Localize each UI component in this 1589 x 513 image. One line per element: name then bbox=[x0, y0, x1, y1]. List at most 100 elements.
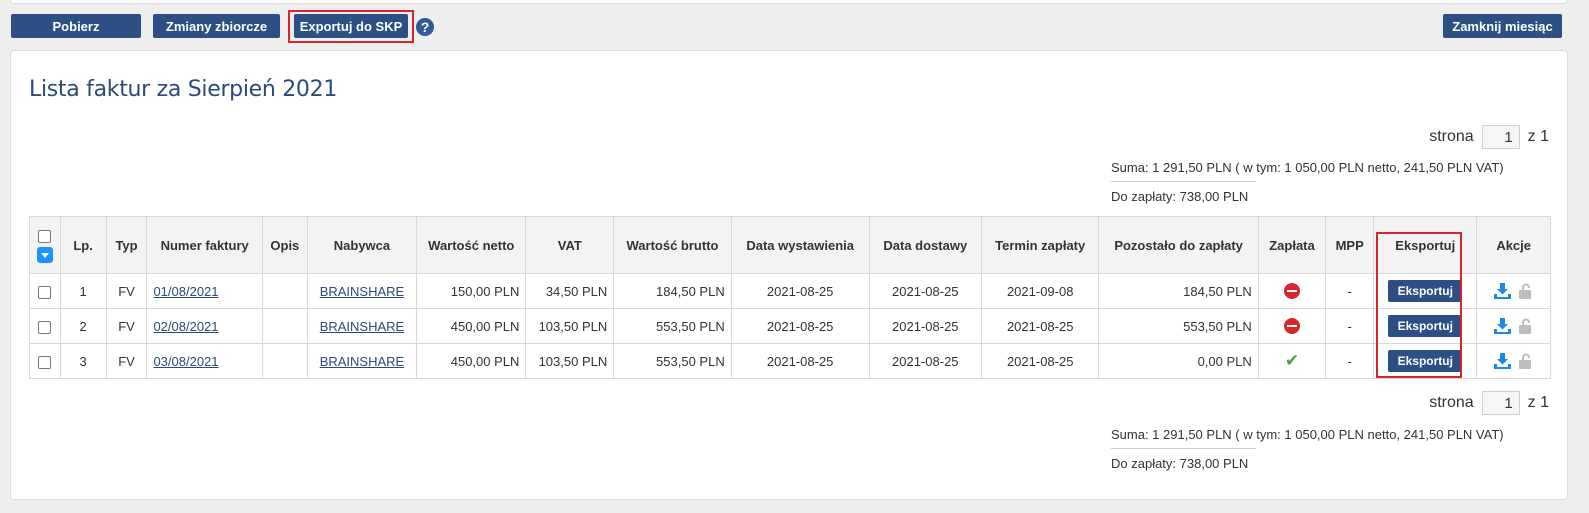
cell-typ: FV bbox=[105, 343, 148, 379]
check-icon: ✔ bbox=[1284, 351, 1300, 370]
cell-typ: FV bbox=[105, 308, 148, 344]
cell-nabywca: BRAINSHARE bbox=[306, 343, 418, 379]
select-all-header bbox=[29, 216, 61, 274]
col-typ: Typ bbox=[105, 216, 148, 274]
unlock-icon[interactable] bbox=[1519, 318, 1533, 335]
page-number-input[interactable] bbox=[1481, 391, 1520, 415]
cell-netto: 450,00 PLN bbox=[416, 343, 527, 379]
unpaid-icon bbox=[1283, 283, 1300, 300]
close-month-button[interactable]: Zamknij miesiąc bbox=[1443, 14, 1562, 38]
row-checkbox[interactable] bbox=[38, 285, 52, 299]
due-line: Do zapłaty: 738,00 PLN bbox=[1111, 456, 1249, 471]
buyer-link[interactable]: BRAINSHARE bbox=[320, 354, 405, 369]
cell-opis bbox=[261, 308, 308, 344]
unlock-icon[interactable] bbox=[1519, 283, 1533, 300]
col-akcje: Akcje bbox=[1476, 216, 1551, 274]
col-data-dostawy: Data dostawy bbox=[868, 216, 982, 274]
divider bbox=[1111, 181, 1256, 182]
unlock-icon[interactable] bbox=[1519, 353, 1533, 370]
invoice-table: Lp. Typ Numer faktury Opis Nabywca Warto… bbox=[29, 216, 1551, 379]
cell-data-dostawy: 2021-08-25 bbox=[868, 343, 982, 379]
download-icon[interactable] bbox=[1494, 353, 1512, 370]
cell-numer: 03/08/2021 bbox=[146, 343, 263, 379]
pager-top: strona z 1 bbox=[1429, 125, 1549, 149]
invoice-list-panel: Lista faktur za Sierpień 2021 strona z 1… bbox=[10, 50, 1568, 500]
cell-mpp: - bbox=[1325, 308, 1375, 344]
help-icon[interactable]: ? bbox=[416, 18, 434, 36]
row-checkbox[interactable] bbox=[38, 320, 52, 334]
cell-akcje bbox=[1476, 343, 1551, 379]
cell-data-wystawienia: 2021-08-25 bbox=[730, 343, 870, 379]
col-opis: Opis bbox=[261, 216, 308, 274]
table-row: 3 FV 03/08/2021 BRAINSHARE 450,00 PLN 103,50 … bbox=[29, 343, 1551, 379]
export-column-highlight bbox=[1376, 232, 1462, 378]
col-lp: Lp. bbox=[59, 216, 107, 274]
cell-data-wystawienia: 2021-08-25 bbox=[730, 308, 870, 344]
cell-mpp: - bbox=[1325, 273, 1375, 309]
cell-brutto: 553,50 PLN bbox=[613, 308, 732, 344]
page-number-input[interactable] bbox=[1481, 125, 1520, 149]
cell-netto: 150,00 PLN bbox=[416, 273, 527, 309]
cell-data-dostawy: 2021-08-25 bbox=[868, 308, 982, 344]
unpaid-icon bbox=[1283, 318, 1300, 335]
table-row: 1 FV 01/08/2021 BRAINSHARE 150,00 PLN 34,50 P… bbox=[29, 273, 1551, 309]
cell-termin: 2021-08-25 bbox=[980, 343, 1100, 379]
cell-lp: 3 bbox=[59, 343, 107, 379]
cell-mpp: - bbox=[1325, 343, 1375, 379]
invoice-number-link[interactable]: 03/08/2021 bbox=[153, 354, 218, 369]
cell-lp: 2 bbox=[59, 308, 107, 344]
pager-label: strona bbox=[1429, 128, 1474, 145]
col-termin: Termin zapłaty bbox=[980, 216, 1100, 274]
cell-typ: FV bbox=[105, 273, 148, 309]
due-line: Do zapłaty: 738,00 PLN bbox=[1111, 189, 1249, 204]
divider bbox=[1111, 448, 1256, 449]
pager-total: z 1 bbox=[1527, 128, 1549, 145]
col-zaplata: Zapłata bbox=[1257, 216, 1327, 274]
cell-akcje bbox=[1476, 273, 1551, 309]
download-icon[interactable] bbox=[1494, 283, 1512, 300]
cell-numer: 02/08/2021 bbox=[146, 308, 263, 344]
cell-nabywca: BRAINSHARE bbox=[306, 308, 418, 344]
cell-pozostalo: 553,50 PLN bbox=[1098, 308, 1259, 344]
col-data-wystawienia: Data wystawienia bbox=[730, 216, 870, 274]
cell-zaplata bbox=[1257, 273, 1327, 309]
buyer-link[interactable]: BRAINSHARE bbox=[320, 319, 405, 334]
pager-label: strona bbox=[1429, 394, 1474, 411]
top-panel-edge bbox=[10, 0, 1568, 4]
download-icon[interactable] bbox=[1494, 318, 1512, 335]
cell-akcje bbox=[1476, 308, 1551, 344]
col-numer: Numer faktury bbox=[146, 216, 263, 274]
chevron-down-icon[interactable] bbox=[36, 246, 53, 263]
invoice-number-link[interactable]: 01/08/2021 bbox=[153, 284, 218, 299]
cell-numer: 01/08/2021 bbox=[146, 273, 263, 309]
col-pozostalo: Pozostało do zapłaty bbox=[1098, 216, 1259, 274]
invoice-number-link[interactable]: 02/08/2021 bbox=[153, 319, 218, 334]
cell-lp: 1 bbox=[59, 273, 107, 309]
cell-zaplata bbox=[1257, 308, 1327, 344]
col-brutto: Wartość brutto bbox=[613, 216, 732, 274]
sum-line: Suma: 1 291,50 PLN ( w tym: 1 050,00 PLN… bbox=[1111, 160, 1504, 175]
download-button[interactable]: Pobierz bbox=[11, 14, 141, 38]
cell-vat: 103,50 PLN bbox=[525, 308, 615, 344]
cell-brutto: 184,50 PLN bbox=[613, 273, 732, 309]
cell-nabywca: BRAINSHARE bbox=[306, 273, 418, 309]
select-all-checkbox[interactable] bbox=[38, 229, 52, 243]
col-netto: Wartość netto bbox=[416, 216, 527, 274]
sum-line: Suma: 1 291,50 PLN ( w tym: 1 050,00 PLN… bbox=[1111, 427, 1504, 442]
table-row: 2 FV 02/08/2021 BRAINSHARE 450,00 PLN 103,50 … bbox=[29, 308, 1551, 344]
cell-netto: 450,00 PLN bbox=[416, 308, 527, 344]
row-checkbox[interactable] bbox=[38, 355, 52, 369]
pager-bottom: strona z 1 bbox=[1429, 391, 1549, 415]
cell-opis bbox=[261, 343, 308, 379]
pager-total: z 1 bbox=[1527, 394, 1549, 411]
cell-data-wystawienia: 2021-08-25 bbox=[730, 273, 870, 309]
buyer-link[interactable]: BRAINSHARE bbox=[320, 284, 405, 299]
cell-vat: 103,50 PLN bbox=[525, 343, 615, 379]
col-nabywca: Nabywca bbox=[306, 216, 418, 274]
row-select bbox=[29, 308, 61, 344]
export-skp-button[interactable]: Exportuj do SKP bbox=[294, 14, 408, 38]
cell-zaplata: ✔ bbox=[1257, 343, 1327, 379]
page-title: Lista faktur za Sierpień 2021 bbox=[29, 77, 338, 102]
bulk-changes-button[interactable]: Zmiany zbiorcze bbox=[153, 14, 280, 38]
row-select bbox=[29, 273, 61, 309]
